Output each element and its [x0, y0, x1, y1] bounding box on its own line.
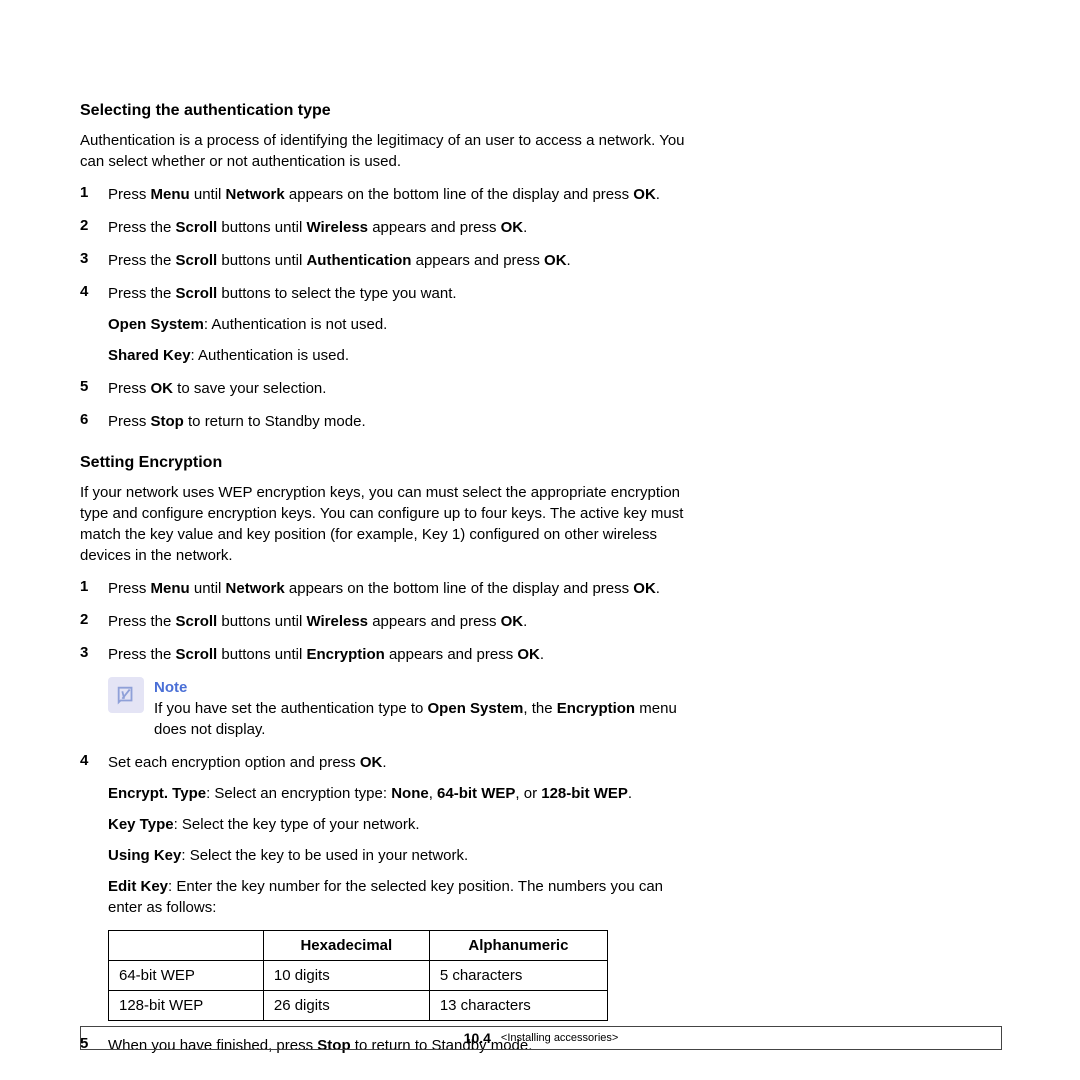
step-number: 1	[80, 184, 108, 205]
step-number: 1	[80, 578, 108, 599]
table-header-blank	[109, 931, 264, 961]
step-enc-1: 1 Press Menu until Network appears on th…	[80, 578, 700, 599]
wep-key-table: Hexadecimal Alphanumeric 64-bit WEP 10 d…	[108, 930, 608, 1021]
table-header-hex: Hexadecimal	[263, 931, 429, 961]
steps-encryption-cont: 4 Set each encryption option and press O…	[80, 752, 700, 918]
step-text: Press Stop to return to Standby mode.	[108, 411, 700, 432]
step-enc-3: 3 Press the Scroll buttons until Encrypt…	[80, 644, 700, 665]
step-number: 5	[80, 378, 108, 399]
steps-auth: 1 Press Menu until Network appears on th…	[80, 184, 700, 432]
step-auth-3: 3 Press the Scroll buttons until Authent…	[80, 250, 700, 271]
step-text: Press the Scroll buttons until Encryptio…	[108, 644, 700, 665]
page-number: 10.4	[464, 1030, 491, 1046]
step-auth-2: 2 Press the Scroll buttons until Wireles…	[80, 217, 700, 238]
steps-encryption: 1 Press Menu until Network appears on th…	[80, 578, 700, 665]
section-intro-encryption: If your network uses WEP encryption keys…	[80, 482, 700, 566]
table-cell: 13 characters	[429, 991, 607, 1021]
step-text: Press Menu until Network appears on the …	[108, 578, 700, 599]
option-key-type: Key Type: Select the key type of your ne…	[108, 814, 700, 835]
step-number: 3	[80, 250, 108, 271]
step-auth-5: 5 Press OK to save your selection.	[80, 378, 700, 399]
table-row: 64-bit WEP 10 digits 5 characters	[109, 961, 608, 991]
option-open-system: Open System: Authentication is not used.	[108, 314, 700, 335]
step-number: 6	[80, 411, 108, 432]
step-number: 2	[80, 611, 108, 632]
section-heading-encryption: Setting Encryption	[80, 454, 700, 472]
step-text: Press the Scroll buttons until Wireless …	[108, 217, 700, 238]
step-text: Set each encryption option and press OK.…	[108, 752, 700, 918]
step-auth-1: 1 Press Menu until Network appears on th…	[80, 184, 700, 205]
note-block: Note If you have set the authentication …	[108, 677, 700, 740]
step-text: Press the Scroll buttons until Wireless …	[108, 611, 700, 632]
table-cell: 10 digits	[263, 961, 429, 991]
page-content: Selecting the authentication type Authen…	[0, 0, 700, 1056]
section-heading-auth: Selecting the authentication type	[80, 102, 700, 120]
option-using-key: Using Key: Select the key to be used in …	[108, 845, 700, 866]
note-icon	[108, 677, 144, 713]
step-number: 4	[80, 283, 108, 366]
step-text: Press the Scroll buttons to select the t…	[108, 283, 700, 366]
step-text: Press Menu until Network appears on the …	[108, 184, 700, 205]
step-number: 3	[80, 644, 108, 665]
step-number: 4	[80, 752, 108, 918]
table-header-alpha: Alphanumeric	[429, 931, 607, 961]
table-cell: 128-bit WEP	[109, 991, 264, 1021]
step-enc-2: 2 Press the Scroll buttons until Wireles…	[80, 611, 700, 632]
footer-crumb: <Installing accessories>	[501, 1032, 618, 1044]
table-cell: 64-bit WEP	[109, 961, 264, 991]
step-auth-6: 6 Press Stop to return to Standby mode.	[80, 411, 700, 432]
section-intro-auth: Authentication is a process of identifyi…	[80, 130, 700, 172]
option-encrypt-type: Encrypt. Type: Select an encryption type…	[108, 783, 700, 804]
step-enc-4: 4 Set each encryption option and press O…	[80, 752, 700, 918]
option-edit-key: Edit Key: Enter the key number for the s…	[108, 876, 700, 918]
page-footer: 10.4 <Installing accessories>	[80, 1026, 1002, 1050]
step-text: Press OK to save your selection.	[108, 378, 700, 399]
note-text: Note If you have set the authentication …	[154, 677, 700, 740]
step-auth-4: 4 Press the Scroll buttons to select the…	[80, 283, 700, 366]
table-header-row: Hexadecimal Alphanumeric	[109, 931, 608, 961]
table-row: 128-bit WEP 26 digits 13 characters	[109, 991, 608, 1021]
step-number: 2	[80, 217, 108, 238]
option-shared-key: Shared Key: Authentication is used.	[108, 345, 700, 366]
table-cell: 26 digits	[263, 991, 429, 1021]
step-text: Press the Scroll buttons until Authentic…	[108, 250, 700, 271]
note-label: Note	[154, 679, 187, 696]
table-cell: 5 characters	[429, 961, 607, 991]
